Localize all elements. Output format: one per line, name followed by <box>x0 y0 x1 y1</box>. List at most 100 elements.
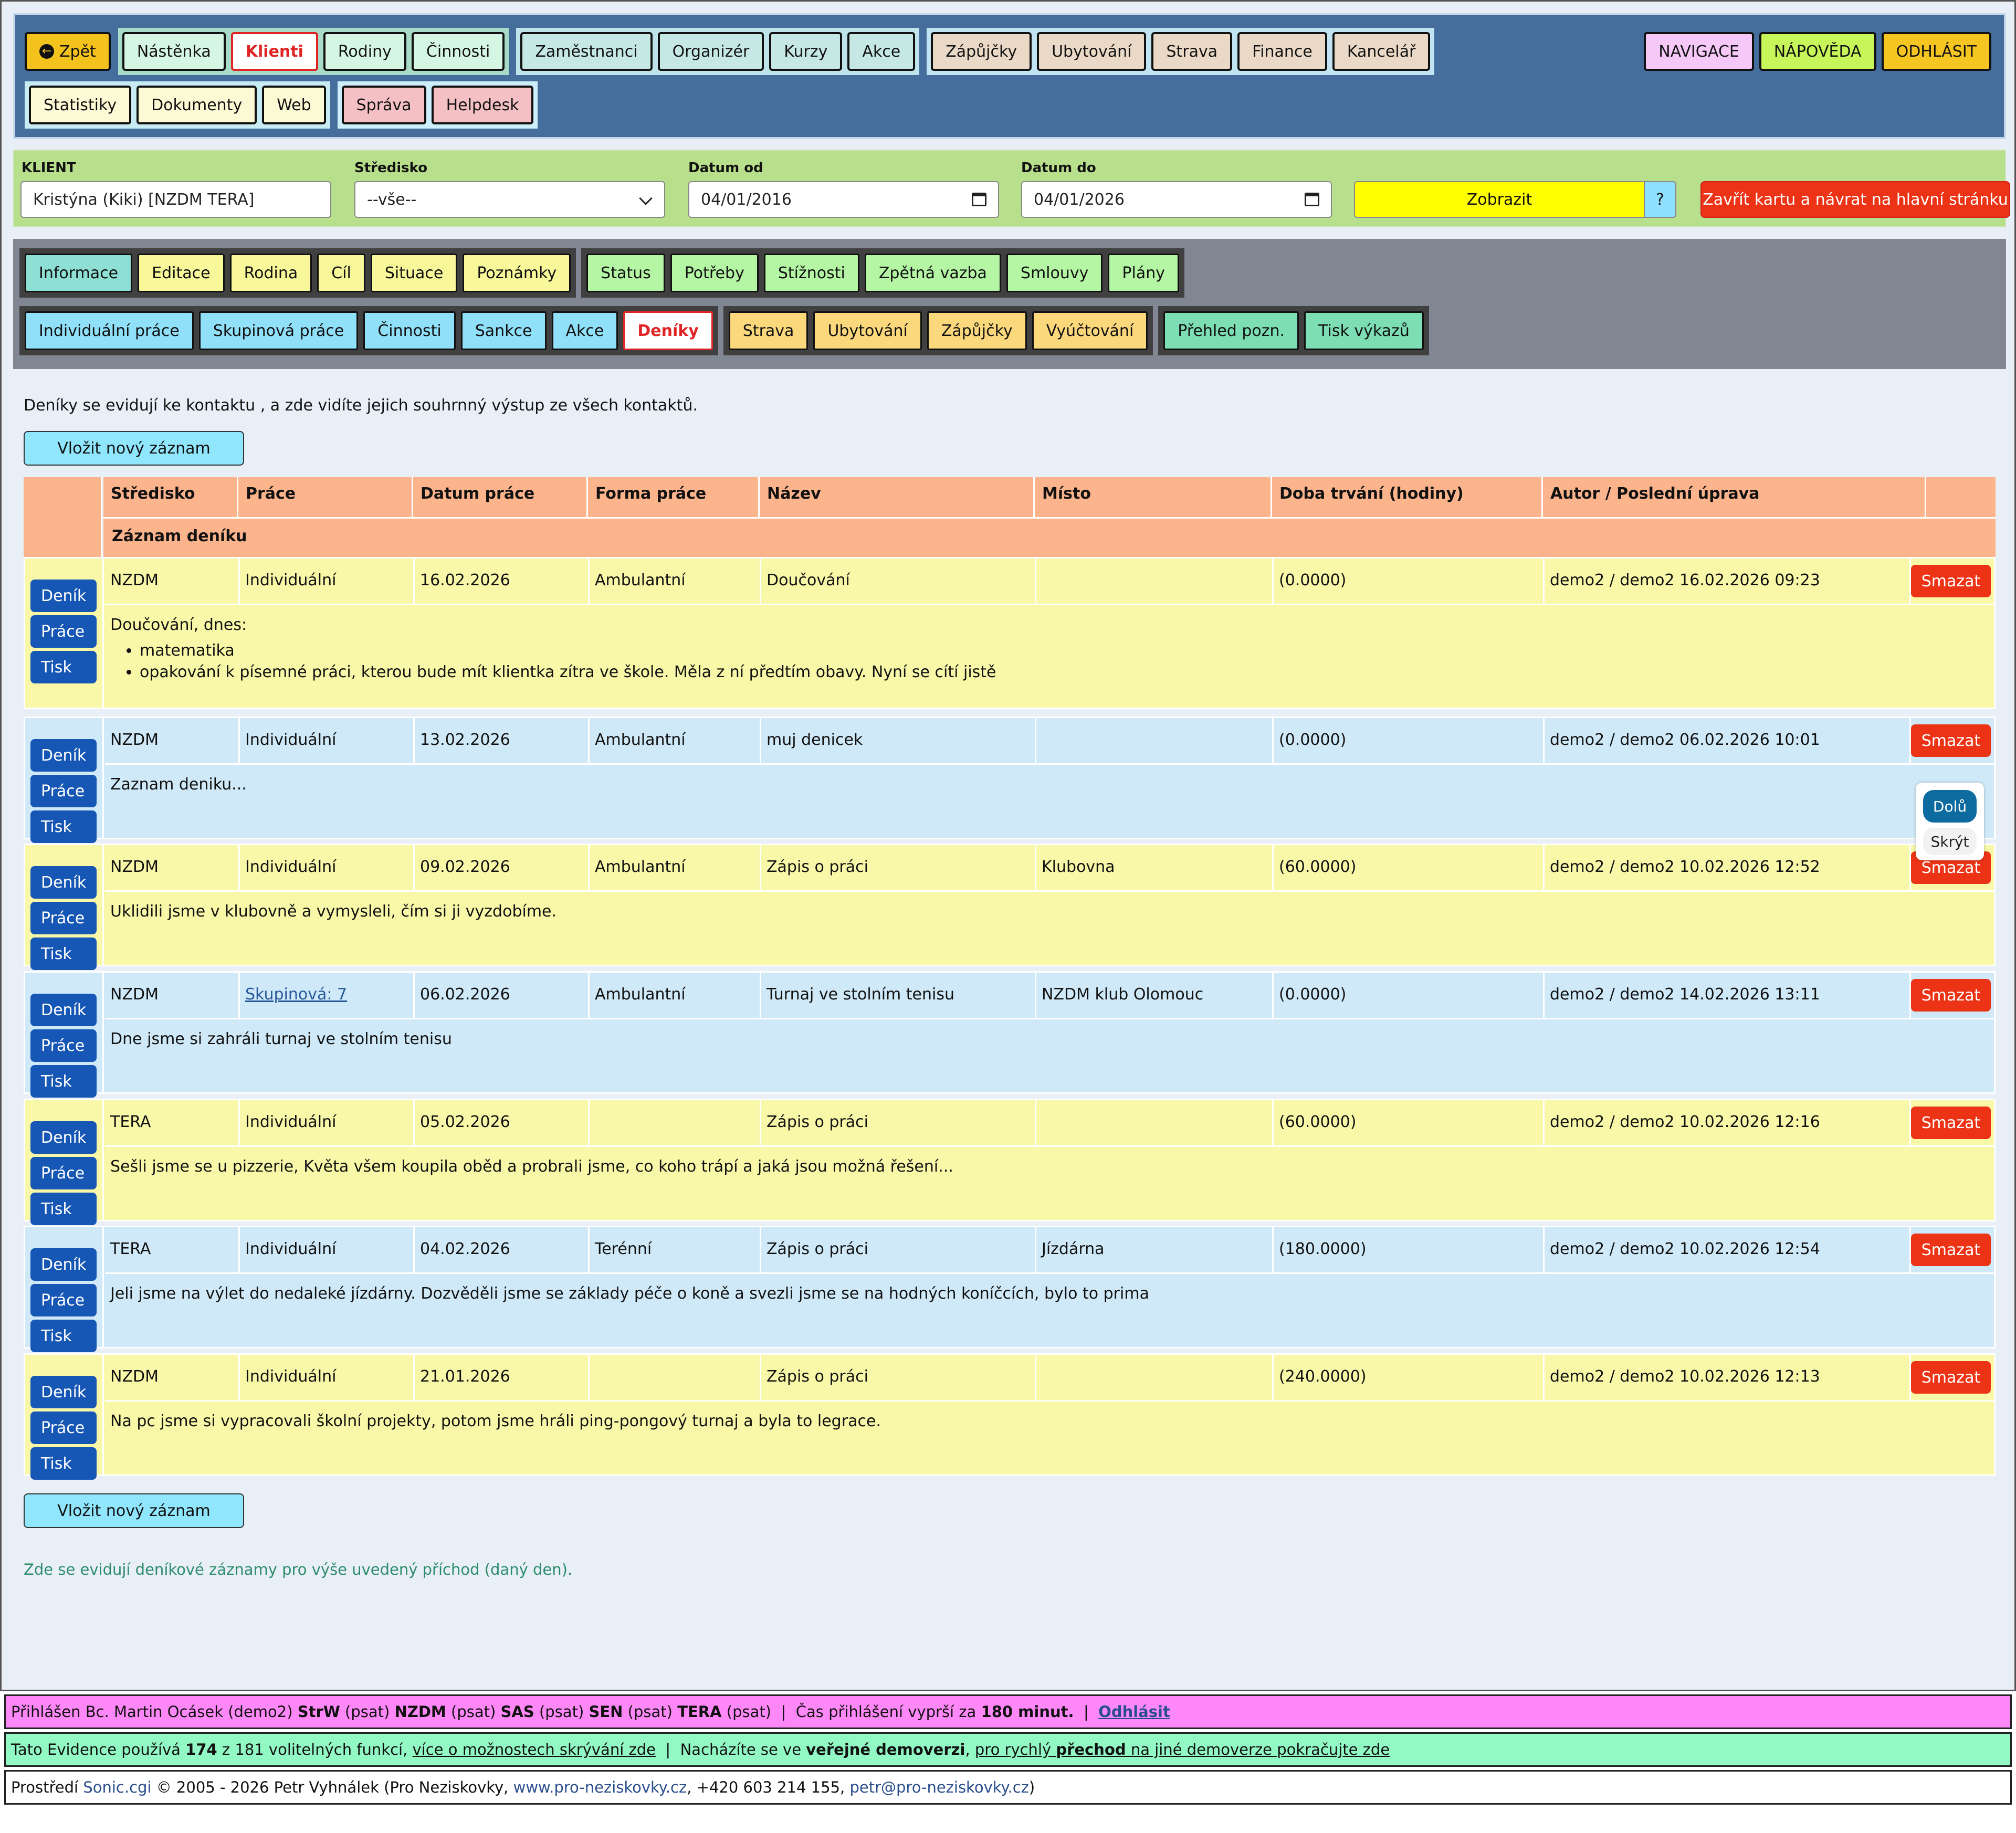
nav-cinnosti[interactable]: Činnosti <box>411 32 505 71</box>
tab-plany[interactable]: Plány <box>1108 254 1179 292</box>
hiding-options-link[interactable]: více o možnostech skrývání zde <box>413 1741 656 1758</box>
scroll-down-button[interactable]: Dolů <box>1923 790 1977 823</box>
role-note: (psat) <box>627 1703 673 1721</box>
nav-zapujcky[interactable]: Zápůjčky <box>931 32 1032 71</box>
diary-button[interactable]: Deník <box>30 866 97 899</box>
filter-help-button[interactable]: ? <box>1644 181 1676 218</box>
tab-zpetna-vazba[interactable]: Zpětná vazba <box>864 254 1001 292</box>
help-nav-button[interactable]: NÁPOVĚDA <box>1759 32 1876 71</box>
print-button[interactable]: Tisk <box>30 651 97 683</box>
logged-in-text: Přihlášen Bc. Martin Ocásek (demo2) <box>11 1703 293 1721</box>
nav-statistiky[interactable]: Statistiky <box>29 86 132 124</box>
nav-klienti[interactable]: Klienti <box>230 32 318 71</box>
cell-work[interactable]: Skupinová: 7 <box>240 973 415 1018</box>
work-button[interactable]: Práce <box>30 902 97 934</box>
cell-value: Individuální <box>245 858 337 876</box>
nav-web[interactable]: Web <box>262 86 326 124</box>
tab-ubytovani[interactable]: Ubytování <box>813 311 922 350</box>
diary-button[interactable]: Deník <box>30 994 97 1026</box>
date-to-field[interactable]: 04/01/2026 <box>1021 181 1332 218</box>
date-from-field[interactable]: 04/01/2016 <box>688 181 999 218</box>
nav-zamestnanci[interactable]: Zaměstnanci <box>520 32 653 71</box>
nav-strava[interactable]: Strava <box>1151 32 1233 71</box>
diary-button[interactable]: Deník <box>30 739 97 772</box>
tab-smlouvy[interactable]: Smlouvy <box>1006 254 1103 292</box>
print-button[interactable]: Tisk <box>30 810 97 843</box>
cell-value: 05.02.2026 <box>420 1113 510 1131</box>
nav-finance[interactable]: Finance <box>1237 32 1327 71</box>
show-button[interactable]: Zobrazit <box>1354 181 1645 218</box>
work-button[interactable]: Práce <box>30 1029 97 1062</box>
tab-status[interactable]: Status <box>586 254 665 292</box>
tab-skupinova-prace[interactable]: Skupinová práce <box>198 311 359 350</box>
diary-button[interactable]: Deník <box>30 580 97 612</box>
tab-potreby[interactable]: Potřeby <box>670 254 759 292</box>
logout-link[interactable]: Odhlásit <box>1098 1703 1170 1721</box>
delete-button[interactable]: Smazat <box>1911 724 1991 757</box>
work-button[interactable]: Práce <box>30 615 97 648</box>
nav-kurzy[interactable]: Kurzy <box>769 32 843 71</box>
nav-helpdesk[interactable]: Helpdesk <box>431 86 534 124</box>
nav-nastenka[interactable]: Nástěnka <box>122 32 226 71</box>
insert-record-button-bottom[interactable]: Vložit nový záznam <box>24 1493 244 1528</box>
close-card-button[interactable]: Zavřít kartu a návrat na hlavní stránku <box>1700 181 2010 218</box>
tab-rodina[interactable]: Rodina <box>229 254 312 292</box>
tab-informace[interactable]: Informace <box>25 254 133 292</box>
cell-author: demo2 / demo2 16.02.2026 09:23 <box>1545 559 1911 604</box>
calendar-icon[interactable] <box>972 193 986 206</box>
tab-editace[interactable]: Editace <box>138 254 225 292</box>
tab-deniky[interactable]: Deníky <box>623 311 713 350</box>
tab-situace[interactable]: Situace <box>370 254 458 292</box>
navigation-button[interactable]: NAVIGACE <box>1644 32 1754 71</box>
tab-individualni-prace[interactable]: Individuální práce <box>25 311 194 350</box>
website-link[interactable]: www.pro-neziskovky.cz <box>513 1778 687 1796</box>
diary-button[interactable]: Deník <box>30 1121 97 1154</box>
delete-button[interactable]: Smazat <box>1911 1234 1991 1266</box>
logout-nav-button[interactable]: ODHLÁSIT <box>1881 32 1991 71</box>
delete-button[interactable]: Smazat <box>1911 1361 1991 1394</box>
tab-cinnosti[interactable]: Činnosti <box>363 311 456 350</box>
diary-button[interactable]: Deník <box>30 1376 97 1408</box>
work-button[interactable]: Práce <box>30 1284 97 1316</box>
hide-panel-button[interactable]: Skrýt <box>1923 828 1977 855</box>
tab-cil[interactable]: Cíl <box>317 254 365 292</box>
print-button[interactable]: Tisk <box>30 1447 97 1480</box>
tab-tisk-vykazu[interactable]: Tisk výkazů <box>1304 311 1424 350</box>
tab-strava[interactable]: Strava <box>728 311 808 350</box>
delete-button[interactable]: Smazat <box>1911 979 1991 1012</box>
client-field[interactable]: Kristýna (Kiki) [NZDM TERA] <box>20 181 331 218</box>
product-link[interactable]: Sonic.cgi <box>83 1778 151 1796</box>
insert-record-button-top[interactable]: Vložit nový záznam <box>24 431 244 466</box>
delete-button[interactable]: Smazat <box>1911 1107 1991 1139</box>
print-button[interactable]: Tisk <box>30 1193 97 1225</box>
tab-akce[interactable]: Akce <box>551 311 618 350</box>
calendar-icon[interactable] <box>1305 193 1319 206</box>
print-button[interactable]: Tisk <box>30 937 97 970</box>
diary-button[interactable]: Deník <box>30 1248 97 1281</box>
demo-switch-link[interactable]: pro rychlý přechod na jiné demoverze pok… <box>975 1741 1390 1758</box>
print-button[interactable]: Tisk <box>30 1320 97 1352</box>
cell-value[interactable]: Skupinová: 7 <box>245 985 347 1004</box>
nav-ubytovani[interactable]: Ubytování <box>1037 32 1147 71</box>
tab-vyuctovani[interactable]: Vyúčtování <box>1032 311 1148 350</box>
center-select[interactable]: --vše-- <box>354 181 665 218</box>
tab-stiznosti[interactable]: Stížnosti <box>763 254 859 292</box>
print-button[interactable]: Tisk <box>30 1065 97 1098</box>
tab-prehled-pozn[interactable]: Přehled pozn. <box>1163 311 1299 350</box>
nav-organizer[interactable]: Organizér <box>657 32 764 71</box>
nav-kancelar[interactable]: Kancelář <box>1332 32 1431 71</box>
tab-sankce[interactable]: Sankce <box>460 311 547 350</box>
back-button[interactable]: ← Zpět <box>25 32 111 71</box>
work-button[interactable]: Práce <box>30 1411 97 1444</box>
nav-sprava[interactable]: Správa <box>341 86 426 124</box>
nav-dokumenty[interactable]: Dokumenty <box>136 86 257 124</box>
nav-rodiny[interactable]: Rodiny <box>323 32 406 71</box>
cell-center: NZDM <box>105 1355 240 1400</box>
tab-zapujcky[interactable]: Zápůjčky <box>927 311 1027 350</box>
tab-poznamky[interactable]: Poznámky <box>463 254 571 292</box>
work-button[interactable]: Práce <box>30 1157 97 1189</box>
work-button[interactable]: Práce <box>30 775 97 807</box>
email-link[interactable]: petr@pro-neziskovky.cz <box>849 1778 1028 1796</box>
nav-akce[interactable]: Akce <box>847 32 916 71</box>
delete-button[interactable]: Smazat <box>1911 565 1991 597</box>
